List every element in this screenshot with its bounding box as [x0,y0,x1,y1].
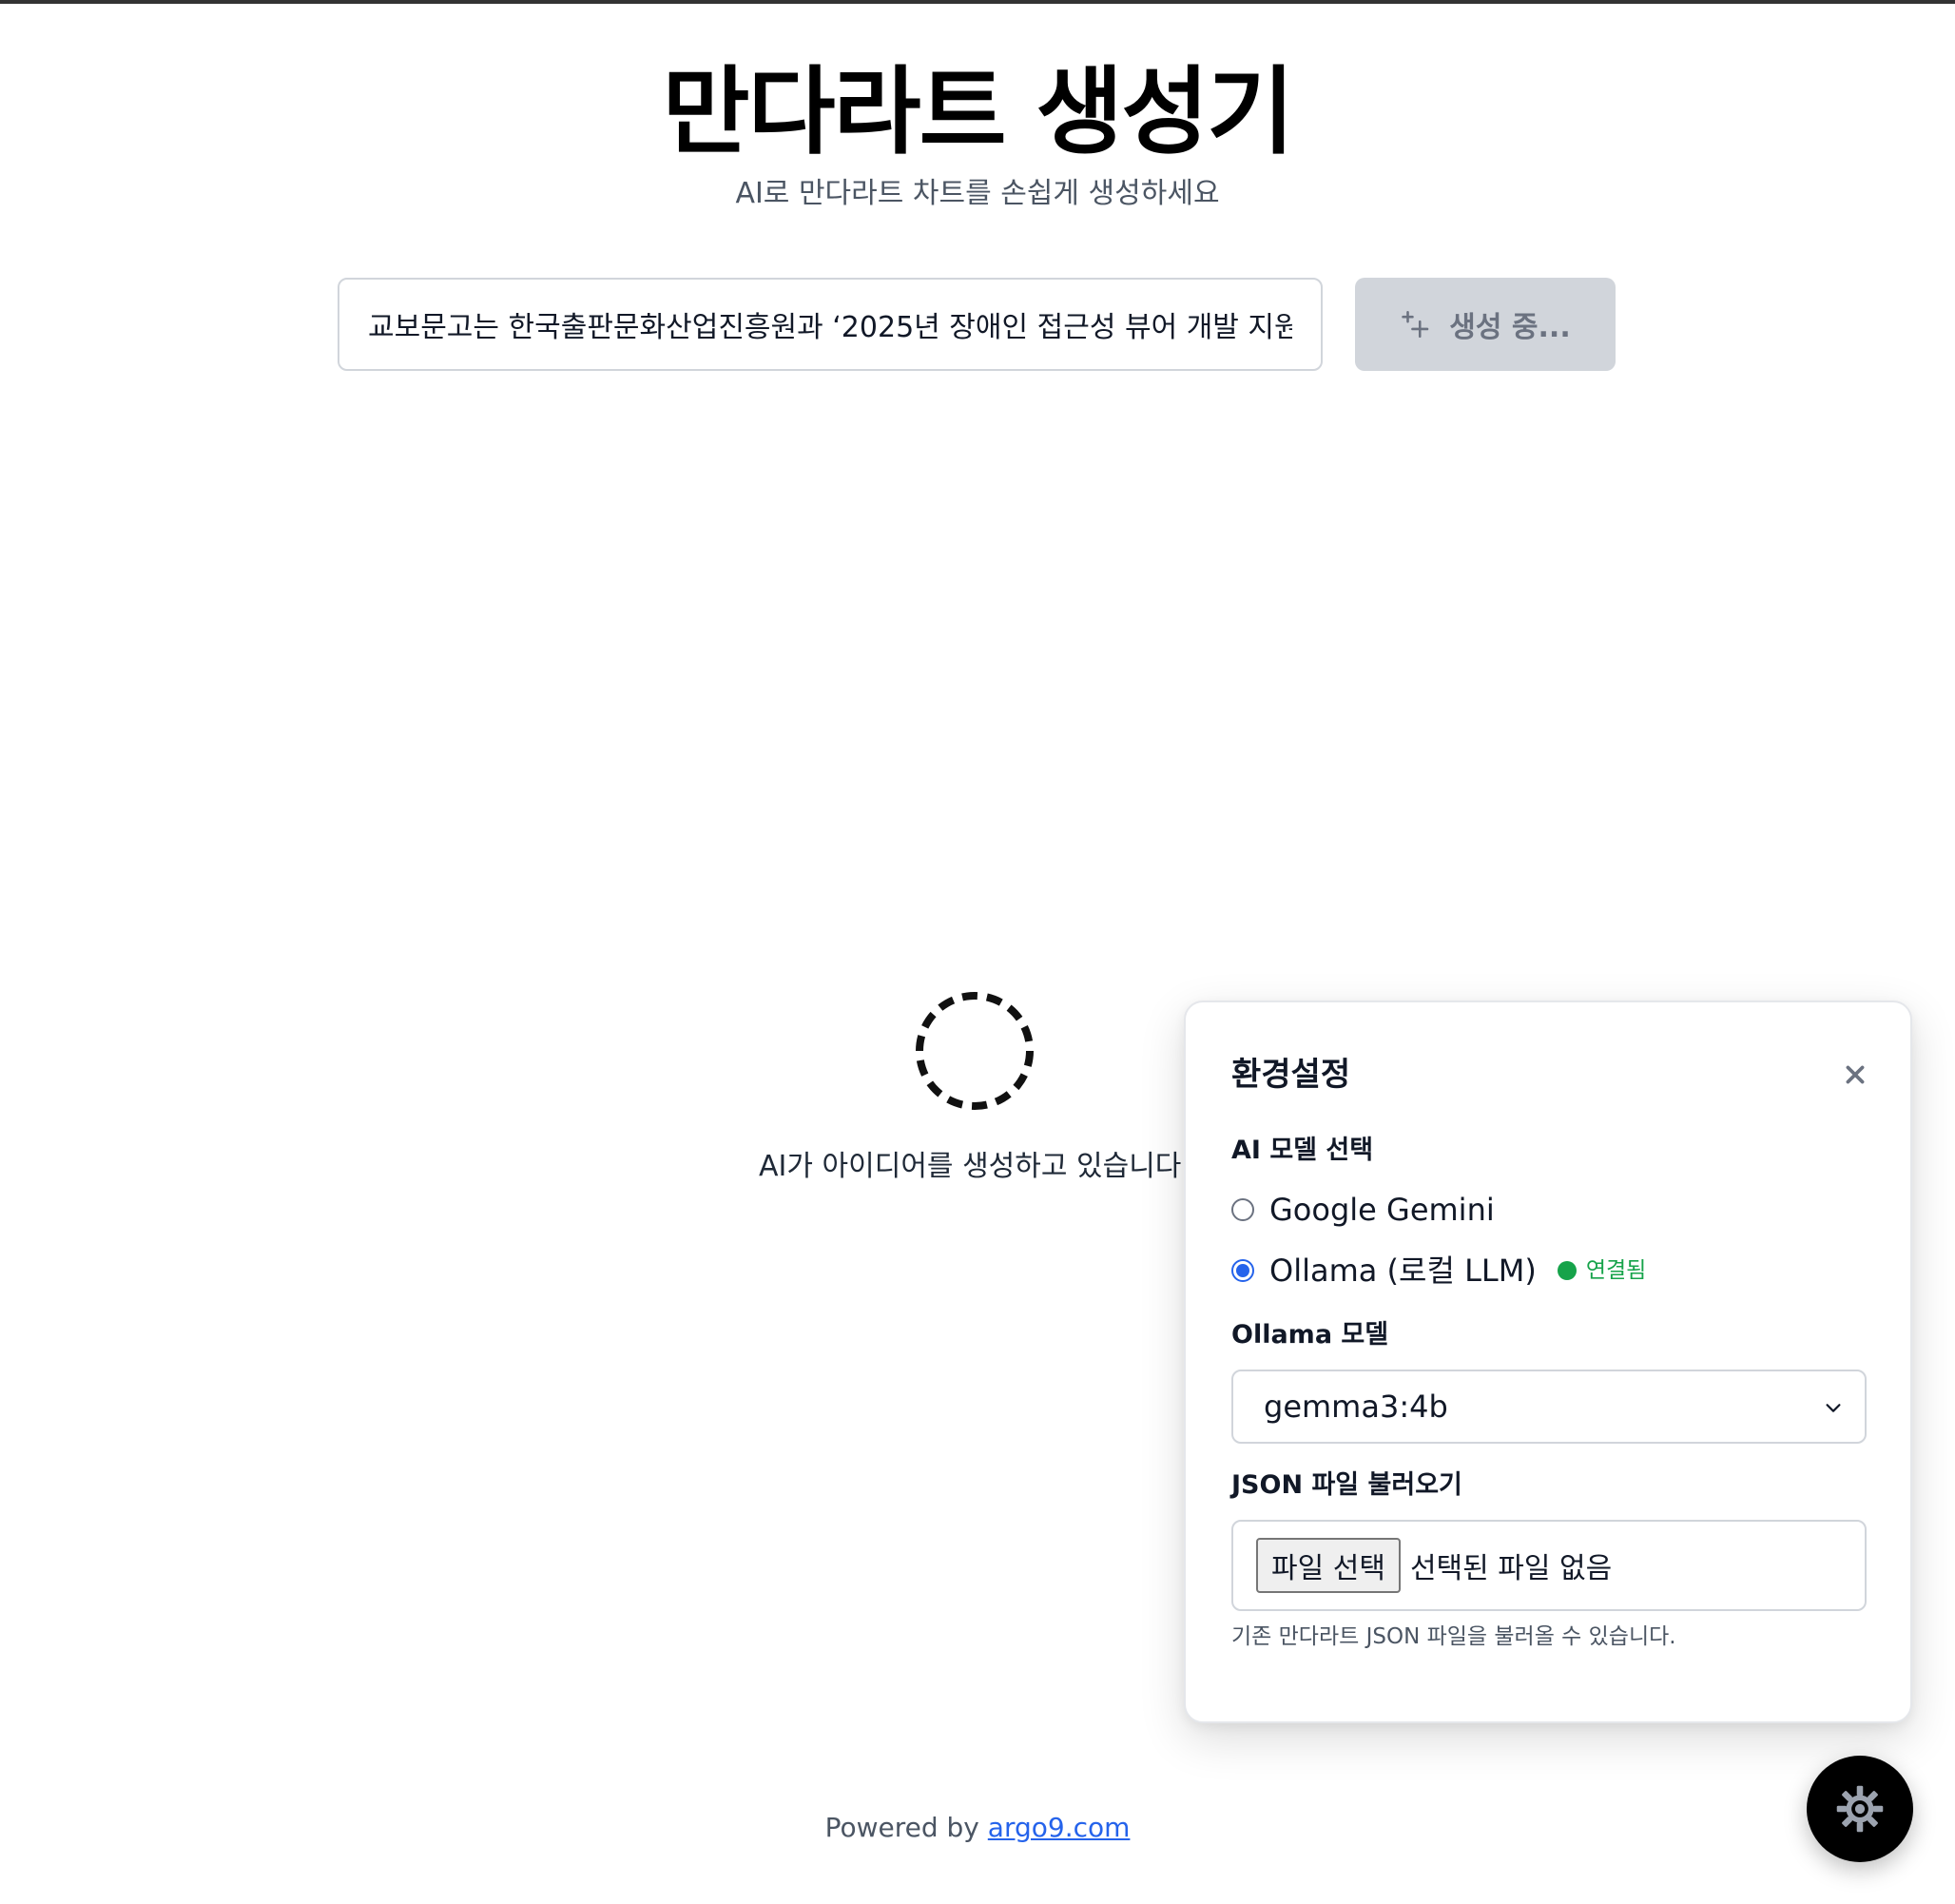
json-section-label: JSON 파일 불러오기 [1231,1470,1462,1500]
settings-title: 환경설정 [1231,1056,1351,1094]
topic-input[interactable] [338,278,1323,371]
radio-gemini[interactable]: Google Gemini [1231,1189,1495,1231]
top-border [0,0,1955,4]
loading-text: AI가 아이디어를 생성하고 있습니다. [759,1150,1190,1183]
close-icon [1846,1065,1865,1084]
page-subtitle: AI로 만다라트 차트를 손쉽게 생성하세요 [735,177,1220,210]
model-section-label: AI 모델 선택 [1231,1136,1374,1165]
loading-spinner [916,992,1034,1110]
radio-gemini-label: Google Gemini [1269,1192,1495,1228]
footer-prefix: Powered by [824,1812,979,1843]
close-button[interactable] [1838,1058,1872,1092]
ollama-model-value: gemma3:4b [1264,1389,1448,1425]
file-select-button[interactable]: 파일 선택 [1256,1538,1401,1593]
settings-button[interactable] [1807,1756,1913,1862]
json-file-input[interactable]: 파일 선택 선택된 파일 없음 [1231,1520,1867,1611]
radio-ollama[interactable]: Ollama (로컬 LLM) 연결됨 [1231,1250,1646,1292]
ollama-model-select[interactable]: gemma3:4b [1231,1370,1867,1444]
json-help-text: 기존 만다라트 JSON 파일을 불러올 수 있습니다. [1231,1624,1676,1649]
connection-status: 연결됨 [1557,1250,1647,1292]
generate-button[interactable]: 생성 중... [1355,278,1616,371]
gear-icon [1836,1785,1884,1833]
chevron-down-icon [1826,1404,1841,1412]
radio-ollama-control[interactable] [1231,1259,1254,1282]
sparkles-icon [1400,308,1432,340]
footer: Powered by argo9.com [0,1809,1955,1847]
radio-ollama-label: Ollama (로컬 LLM) [1269,1253,1537,1289]
status-dot-icon [1557,1261,1577,1280]
radio-gemini-control[interactable] [1231,1198,1254,1221]
file-status: 선택된 파일 없음 [1409,1552,1613,1585]
footer-link[interactable]: argo9.com [988,1812,1131,1843]
ollama-model-label: Ollama 모델 [1231,1320,1389,1350]
settings-panel: 환경설정 AI 모델 선택 Google Gemini Ollama (로컬 L… [1184,1001,1912,1723]
generate-button-label: 생성 중... [1449,311,1571,344]
page-title: 만다라트 생성기 [662,56,1295,167]
connection-status-text: 연결됨 [1585,1258,1647,1283]
